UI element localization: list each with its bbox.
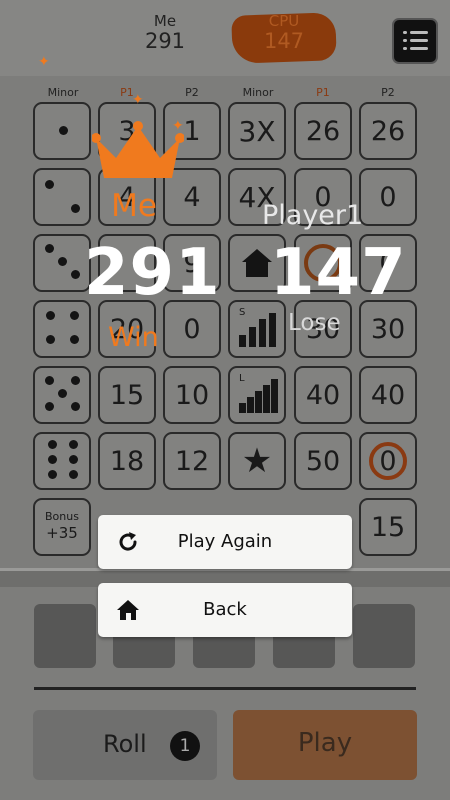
sparkle-icon: ✦ — [132, 92, 144, 108]
game-screen: Me 291 CPU 147 Minor P1 P2 Minor P1 P2 B… — [0, 0, 450, 800]
winner-name: Me — [111, 188, 157, 224]
result-overlay: ✦ ✦ ✦ Me Player1 291 147 Win Lose Play A… — [0, 0, 450, 800]
play-again-button[interactable]: Play Again — [98, 515, 352, 569]
loser-name: Player1 — [262, 200, 364, 231]
sparkle-icon: ✦ — [38, 54, 50, 70]
back-button[interactable]: Back — [98, 583, 352, 637]
lose-label: Lose — [288, 310, 341, 336]
back-label: Back — [203, 599, 247, 620]
loser-score: 147 — [270, 236, 407, 310]
win-label: Win — [108, 322, 159, 353]
play-again-label: Play Again — [177, 531, 273, 552]
winner-score: 291 — [84, 236, 221, 310]
crown-icon — [92, 121, 184, 178]
